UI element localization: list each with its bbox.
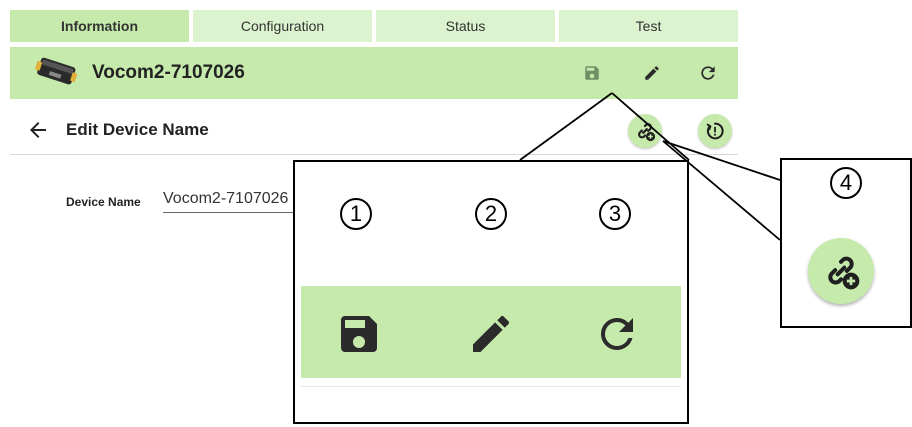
- page-title: Edit Device Name: [66, 120, 209, 139]
- link-add-icon: [638, 123, 656, 142]
- callout-number-4: 4: [830, 167, 862, 199]
- link-add-button[interactable]: [628, 114, 662, 148]
- link-add-icon: [828, 256, 860, 290]
- link-add-button-zoomed: [808, 238, 874, 304]
- tab-label: Configuration: [240, 18, 325, 34]
- refresh-button[interactable]: [692, 57, 724, 89]
- edit-button[interactable]: [636, 57, 668, 89]
- tab-label: Test: [635, 18, 662, 34]
- save-button[interactable]: [576, 57, 608, 89]
- edit-pencil-icon: [645, 66, 659, 80]
- device-name-input[interactable]: Vocom2-7107026: [163, 190, 303, 213]
- tab-bar: Information Configuration Status Test: [10, 10, 738, 42]
- edit-pencil-icon: [473, 315, 510, 352]
- callout-number-1: 1: [340, 198, 372, 230]
- callout-number-3: 3: [599, 198, 631, 230]
- device-header: Vocom2-7107026: [10, 47, 738, 99]
- back-arrow-icon[interactable]: [26, 118, 50, 142]
- refresh-icon: [701, 66, 715, 80]
- save-icon: [585, 66, 599, 80]
- restart-icon: [706, 122, 724, 140]
- tab-label: Status: [445, 18, 486, 34]
- device-title: Vocom2-7107026: [92, 62, 245, 83]
- tab-label: Information: [61, 18, 138, 34]
- divider: [301, 386, 681, 387]
- refresh-icon: [600, 317, 633, 350]
- device-name-label: Device Name: [66, 195, 141, 209]
- tab-information[interactable]: Information: [10, 10, 189, 42]
- restart-button[interactable]: [698, 114, 732, 148]
- tab-status[interactable]: Status: [376, 10, 555, 42]
- vocom-device-icon: [35, 57, 78, 85]
- tab-configuration[interactable]: Configuration: [193, 10, 372, 42]
- callout-number-2: 2: [475, 198, 507, 230]
- save-icon: [341, 316, 377, 352]
- tab-test[interactable]: Test: [559, 10, 738, 42]
